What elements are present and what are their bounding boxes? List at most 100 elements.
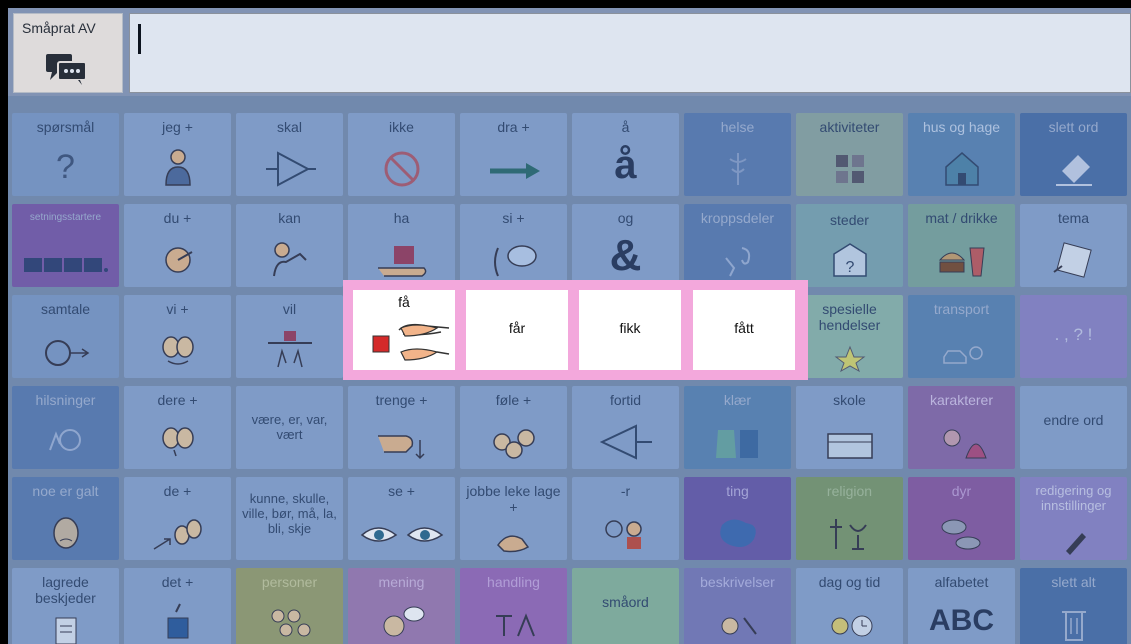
cell-label: dyr [951, 483, 972, 499]
cell-kroppsdeler[interactable]: kroppsdeler [684, 204, 791, 287]
cell-label: kroppsdeler [700, 210, 775, 226]
cell-smaord[interactable]: småord [572, 568, 679, 644]
cell-label: fortid [609, 392, 642, 408]
cell-label: mat / drikke [925, 210, 998, 226]
smaprat-toggle-button[interactable]: Småprat AV [13, 13, 123, 93]
cell-du[interactable]: du + [124, 204, 231, 287]
word-form-fa[interactable]: få [353, 290, 455, 370]
cell-mat-drikke[interactable]: mat / drikke [908, 204, 1015, 287]
word-form-fikk[interactable]: fikk [579, 290, 681, 370]
cell-transport[interactable]: transport [908, 295, 1015, 378]
cell-personer[interactable]: personer [236, 568, 343, 644]
cell-handling[interactable]: handling [460, 568, 567, 644]
greeting-wave-icon [49, 429, 81, 451]
cell-label: redigering og innstillinger [1035, 483, 1112, 513]
cell-spesielle-hendelser[interactable]: spesielle hendelser [796, 295, 903, 378]
cell-sporsmal[interactable]: spørsmål ? [12, 113, 119, 196]
cell-label: aktiviteter [819, 119, 880, 135]
cell-det[interactable]: det + [124, 568, 231, 644]
abc-icon: ABC [929, 604, 994, 637]
person-self-icon [165, 149, 191, 186]
cell-hilsninger[interactable]: hilsninger [12, 386, 119, 469]
cell-karakterer[interactable]: karakterer [908, 386, 1015, 469]
question-mark-icon: ? [56, 148, 75, 186]
cell-label: mening [378, 574, 425, 590]
action-icon [496, 613, 535, 637]
cell-kan[interactable]: kan [236, 204, 343, 287]
characters-icon [943, 429, 987, 459]
cell-fole[interactable]: føle + [460, 386, 567, 469]
cell-dere[interactable]: dere + [124, 386, 231, 469]
cell-aa[interactable]: å å [572, 113, 679, 196]
cell-kunne[interactable]: kunne, skulle, ville, bør, må, la, bli, … [236, 477, 343, 560]
cell-jobbe-leke-lage[interactable]: jobbe leke lage + [460, 477, 567, 560]
cell-klaer[interactable]: klær [684, 386, 791, 469]
they-icon [153, 519, 202, 550]
cell-punctuation[interactable]: . , ? ! [1020, 295, 1127, 378]
word-form-label: får [508, 320, 526, 336]
cell-steder[interactable]: steder ? [796, 204, 903, 287]
feelings-faces-icon [493, 429, 535, 459]
opinion-icon [383, 606, 425, 637]
animals-icon [941, 519, 981, 550]
cell-label: å [621, 119, 630, 135]
cell-vaere[interactable]: være, er, var, vært [236, 386, 343, 469]
cell-hus-og-hage[interactable]: hus og hage [908, 113, 1015, 196]
cell-beskrivelser[interactable]: beskrivelser [684, 568, 791, 644]
word-form-label: få [398, 294, 410, 310]
cell-redigering[interactable]: redigering og innstillinger [1020, 477, 1127, 560]
cell-label: skole [833, 392, 866, 408]
message-window[interactable] [129, 13, 1131, 93]
cell-religion[interactable]: religion [796, 477, 903, 560]
cell-label: jobbe leke lage + [466, 483, 561, 515]
cell-mening[interactable]: mening [348, 568, 455, 644]
cell-slett-ord[interactable]: slett ord [1020, 113, 1127, 196]
cell-fortid[interactable]: fortid [572, 386, 679, 469]
cell-helse[interactable]: helse [684, 113, 791, 196]
people-group-icon [271, 609, 311, 637]
cell-label: hilsninger [35, 392, 96, 408]
cell-label: helse [720, 119, 755, 135]
cell-samtale[interactable]: samtale [12, 295, 119, 378]
cell-label: være, er, var, vært [251, 412, 328, 442]
cell-vil[interactable]: vil [236, 295, 343, 378]
cell-trenge[interactable]: trenge + [348, 386, 455, 469]
cell-aktiviteter[interactable]: aktiviteter [796, 113, 903, 196]
cell-dag-og-tid[interactable]: dag og tid [796, 568, 903, 644]
cell-ting[interactable]: ting [684, 477, 791, 560]
cell-r-suffix[interactable]: -r [572, 477, 679, 560]
cell-si[interactable]: si + [460, 204, 567, 287]
word-form-far[interactable]: får [466, 290, 568, 370]
pencil-icon [1066, 533, 1086, 555]
sad-face-icon [53, 517, 79, 549]
cell-noe-er-galt[interactable]: noe er galt [12, 477, 119, 560]
cell-ikke[interactable]: ikke [348, 113, 455, 196]
cell-dra[interactable]: dra + [460, 113, 567, 196]
cell-tema[interactable]: tema [1020, 204, 1127, 287]
cell-label: spørsmål [36, 119, 95, 135]
cell-label: handling [487, 574, 540, 590]
prohibited-icon [384, 151, 420, 187]
cell-alfabetet[interactable]: alfabetet ABC [908, 568, 1015, 644]
cell-setningsstartere[interactable]: setningsstartere [12, 204, 119, 287]
cell-slett-alt[interactable]: slett alt [1020, 568, 1127, 644]
cell-de[interactable]: de + [124, 477, 231, 560]
cell-se[interactable]: se + [348, 477, 455, 560]
cell-skole[interactable]: skole [796, 386, 903, 469]
word-form-fatt[interactable]: fått [693, 290, 795, 370]
receive-hands-icon [372, 323, 450, 361]
cell-lagrede-beskjeder[interactable]: lagrede beskjeder [12, 568, 119, 644]
cell-label: noe er galt [32, 483, 99, 499]
we-icon [162, 336, 194, 365]
cell-endre-ord[interactable]: endre ord [1020, 386, 1127, 469]
cell-ha[interactable]: ha [348, 204, 455, 287]
star-icon [834, 345, 866, 373]
cell-jeg[interactable]: jeg + [124, 113, 231, 196]
cell-og[interactable]: og & [572, 204, 679, 287]
aa-letter-icon: å [614, 143, 637, 187]
house-icon [945, 152, 979, 186]
cell-dyr[interactable]: dyr [908, 477, 1015, 560]
cell-label: føle + [495, 392, 532, 408]
cell-skal[interactable]: skal [236, 113, 343, 196]
cell-vi[interactable]: vi + [124, 295, 231, 378]
